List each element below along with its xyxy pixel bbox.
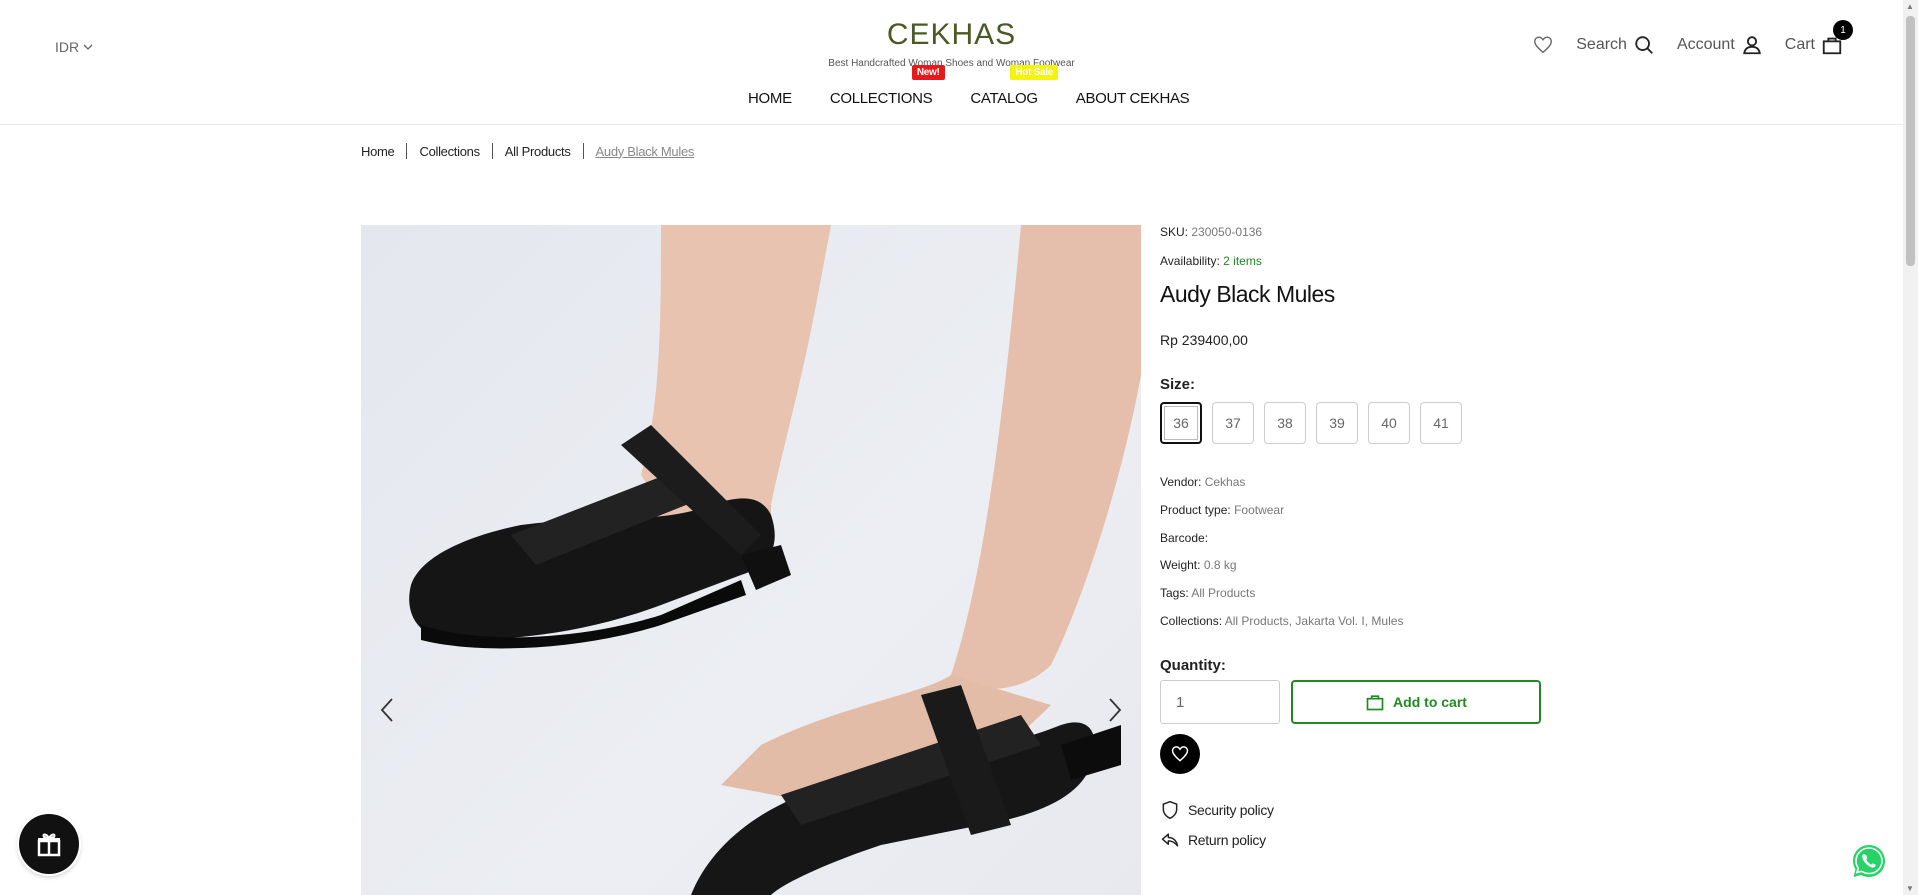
nav-about[interactable]: ABOUT CEKHAS [1076, 90, 1190, 107]
quantity-input[interactable] [1160, 680, 1280, 724]
product-image [409, 225, 1141, 895]
page-scrollbar[interactable]: ▲ ▼ [1903, 0, 1918, 895]
product-title: Audy Black Mules [1160, 281, 1335, 307]
sku-row: SKU: 230050-0136 [1160, 225, 1263, 239]
gallery-prev-button[interactable] [373, 695, 403, 725]
barcode-row: Barcode: [1160, 531, 1209, 545]
heart-icon [1171, 746, 1189, 762]
chevron-left-icon [380, 698, 393, 722]
tags-value[interactable]: All Products [1191, 586, 1255, 600]
breadcrumb-separator [491, 143, 493, 159]
availability-row: Availability: 2 items [1160, 254, 1262, 268]
wishlist-button[interactable] [1532, 34, 1554, 56]
cart-count-badge: 1 [1833, 20, 1853, 40]
size-option-41[interactable]: 41 [1420, 402, 1462, 444]
size-option-38[interactable]: 38 [1264, 402, 1306, 444]
tags-row: Tags: All Products [1160, 586, 1256, 600]
vendor-value[interactable]: Cekhas [1205, 475, 1246, 489]
add-to-cart-label: Add to cart [1393, 694, 1467, 710]
gallery-next-button[interactable] [1099, 695, 1129, 725]
chevron-right-icon [1109, 698, 1122, 722]
collections-row: Collections: All Products, Jakarta Vol. … [1160, 614, 1404, 628]
size-options: 36 37 38 39 40 41 [1160, 402, 1462, 444]
collections-value[interactable]: All Products, Jakarta Vol. I, Mules [1225, 614, 1404, 628]
shield-icon [1162, 800, 1178, 820]
cart-label: Cart [1784, 36, 1815, 53]
scrollbar-thumb[interactable] [1906, 16, 1915, 266]
site-header: IDR CEKHAS Best Handcrafted Woman Shoes … [0, 0, 1903, 125]
nav-collections[interactable]: New! COLLECTIONS [830, 65, 945, 107]
breadcrumb-separator [582, 143, 584, 159]
user-icon [1742, 36, 1761, 55]
return-icon [1161, 833, 1179, 847]
product-type-value[interactable]: Footwear [1234, 503, 1284, 517]
gift-icon [37, 833, 61, 857]
availability-value: 2 items [1223, 254, 1262, 268]
search-icon [1635, 36, 1653, 54]
quantity-label: Quantity: [1160, 657, 1226, 674]
main-nav: HOME New! COLLECTIONS Hot Sale CATALOG A… [748, 65, 1227, 107]
add-to-cart-button[interactable]: Add to cart [1291, 680, 1541, 724]
vendor-row: Vendor: Cekhas [1160, 475, 1246, 489]
product-type-row: Product type: Footwear [1160, 503, 1285, 517]
sku-value: 230050-0136 [1191, 225, 1263, 239]
site-tagline: Best Handcrafted Woman Shoes and Woman F… [828, 58, 1075, 69]
bag-icon [1366, 695, 1384, 711]
nav-home[interactable]: HOME [748, 90, 792, 107]
rewards-button[interactable] [19, 814, 79, 874]
breadcrumb-all-products[interactable]: All Products [505, 144, 571, 159]
nav-catalog[interactable]: Hot Sale CATALOG [970, 65, 1058, 107]
size-option-37[interactable]: 37 [1212, 402, 1254, 444]
breadcrumb-separator [406, 143, 408, 159]
whatsapp-icon [1853, 845, 1885, 877]
search-label: Search [1576, 36, 1627, 53]
size-option-36[interactable]: 36 [1160, 402, 1202, 444]
hot-sale-badge: Hot Sale [1010, 65, 1058, 80]
size-option-40[interactable]: 40 [1368, 402, 1410, 444]
add-to-wishlist-button[interactable] [1160, 734, 1200, 774]
weight-value: 0.8 kg [1203, 558, 1237, 572]
return-policy-link[interactable]: Return policy [1160, 830, 1266, 850]
search-button[interactable]: Search [1576, 34, 1655, 56]
account-label: Account [1676, 36, 1735, 53]
new-badge: New! [911, 65, 945, 80]
product-gallery [361, 225, 1141, 895]
breadcrumb-home[interactable]: Home [361, 144, 395, 159]
breadcrumb-current[interactable]: Audy Black Mules [596, 144, 695, 159]
security-policy-link[interactable]: Security policy [1160, 800, 1274, 820]
account-button[interactable]: Account [1677, 34, 1763, 56]
cart-button[interactable]: Cart 1 [1784, 20, 1853, 56]
heart-icon [1534, 36, 1553, 54]
weight-row: Weight: 0.8 kg [1160, 558, 1237, 572]
size-label: Size: [1160, 376, 1196, 393]
scroll-down-arrow[interactable]: ▼ [1906, 884, 1914, 893]
scroll-up-arrow[interactable]: ▲ [1906, 2, 1914, 11]
size-option-39[interactable]: 39 [1316, 402, 1358, 444]
breadcrumb-collections[interactable]: Collections [419, 144, 480, 159]
product-price: Rp 239400,00 [1160, 332, 1248, 348]
whatsapp-chat-button[interactable] [1851, 843, 1887, 879]
breadcrumb: Home Collections All Products Audy Black… [361, 143, 694, 159]
header-actions: Search Account Cart 1 [1532, 20, 1853, 56]
